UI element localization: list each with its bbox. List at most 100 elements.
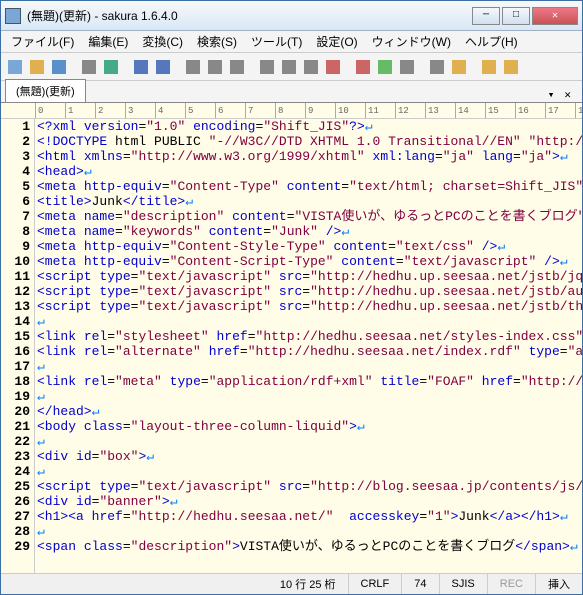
code-line[interactable]: ↵ — [37, 524, 582, 539]
record-button[interactable] — [427, 57, 447, 77]
file-tab[interactable]: (無題)(更新) — [5, 79, 86, 102]
line-number: 14 — [1, 314, 30, 329]
code-line[interactable]: <link rel="meta" type="application/rdf+x… — [37, 374, 582, 389]
jump-button[interactable] — [323, 57, 343, 77]
line-number: 3 — [1, 149, 30, 164]
code-line[interactable]: <head>↵ — [37, 164, 582, 179]
code-line[interactable]: <title>Junk</title>↵ — [37, 194, 582, 209]
line-number: 22 — [1, 434, 30, 449]
new-icon — [8, 60, 22, 74]
tab-dropdown-icon[interactable]: ▾ — [545, 88, 558, 102]
code-line[interactable]: <meta name="description" content="VISTA使… — [37, 209, 582, 224]
code-line[interactable]: <?xml version="1.0" encoding="Shift_JIS"… — [37, 119, 582, 134]
line-number: 21 — [1, 419, 30, 434]
copy-button[interactable] — [205, 57, 225, 77]
statusbar: 10 行 25 桁 CRLF 74 SJIS REC 挿入 — [1, 573, 582, 594]
code-line[interactable]: <body class="layout-three-column-liquid"… — [37, 419, 582, 434]
code-area[interactable]: <?xml version="1.0" encoding="Shift_JIS"… — [35, 119, 582, 573]
code-line[interactable]: <span class="description">VISTA使いが、ゆるっとP… — [37, 539, 582, 554]
macro2-button[interactable] — [501, 57, 521, 77]
toolbar — [1, 53, 582, 81]
code-line[interactable]: <html xmlns="http://www.w3.org/1999/xhtm… — [37, 149, 582, 164]
color-button[interactable] — [397, 57, 417, 77]
code-line[interactable]: <script type="text/javascript" src="http… — [37, 299, 582, 314]
macro1-icon — [482, 60, 496, 74]
app-icon — [5, 8, 21, 24]
code-line[interactable]: ↵ — [37, 389, 582, 404]
config-icon — [378, 60, 392, 74]
window-title: (無題)(更新) - sakura 1.6.4.0 — [27, 7, 472, 24]
save-button[interactable] — [49, 57, 69, 77]
replace-button[interactable] — [301, 57, 321, 77]
menu-ウィンドウ[interactable]: ウィンドウ(W) — [366, 31, 457, 52]
menu-編集[interactable]: 編集(E) — [82, 31, 134, 52]
open-button[interactable] — [27, 57, 47, 77]
line-number: 10 — [1, 254, 30, 269]
line-number: 6 — [1, 194, 30, 209]
menu-ファイル[interactable]: ファイル(F) — [5, 31, 80, 52]
redo-button[interactable] — [101, 57, 121, 77]
code-line[interactable]: <!DOCTYPE html PUBLIC "-//W3C//DTD XHTML… — [37, 134, 582, 149]
code-line[interactable]: <meta http-equiv="Content-Script-Type" c… — [37, 254, 582, 269]
menu-ヘルプ[interactable]: ヘルプ(H) — [459, 31, 524, 52]
find-next-button[interactable] — [279, 57, 299, 77]
code-line[interactable]: <h1><a href="http://hedhu.seesaa.net/" a… — [37, 509, 582, 524]
code-line[interactable]: ↵ — [37, 314, 582, 329]
code-line[interactable]: <link rel="stylesheet" href="http://hedh… — [37, 329, 582, 344]
paste-button[interactable] — [227, 57, 247, 77]
replace-icon — [304, 60, 318, 74]
line-number: 5 — [1, 179, 30, 194]
code-line[interactable]: ↵ — [37, 434, 582, 449]
next-icon — [156, 60, 170, 74]
code-line[interactable]: <div id="box">↵ — [37, 449, 582, 464]
code-line[interactable]: <script type="text/javascript" src="http… — [37, 269, 582, 284]
code-line[interactable]: <link rel="alternate" href="http://hedhu… — [37, 344, 582, 359]
cut-button[interactable] — [183, 57, 203, 77]
minimize-button[interactable]: ─ — [472, 7, 500, 25]
undo-button[interactable] — [79, 57, 99, 77]
status-charcode: 74 — [401, 574, 438, 594]
redo-icon — [104, 60, 118, 74]
outline-button[interactable] — [353, 57, 373, 77]
play-button[interactable] — [449, 57, 469, 77]
line-number: 11 — [1, 269, 30, 284]
menu-設定[interactable]: 設定(O) — [310, 31, 363, 52]
titlebar: (無題)(更新) - sakura 1.6.4.0 ─ □ ✕ — [1, 1, 582, 31]
code-line[interactable]: <div id="banner">↵ — [37, 494, 582, 509]
line-number: 29 — [1, 539, 30, 554]
line-number: 2 — [1, 134, 30, 149]
code-line[interactable]: ↵ — [37, 464, 582, 479]
code-line[interactable]: <meta http-equiv="Content-Type" content=… — [37, 179, 582, 194]
line-number: 16 — [1, 344, 30, 359]
editor[interactable]: 1234567891011121314151617181920212223242… — [1, 119, 582, 573]
line-number: 23 — [1, 449, 30, 464]
new-button[interactable] — [5, 57, 25, 77]
code-line[interactable]: <script type="text/javascript" src="http… — [37, 479, 582, 494]
record-icon — [430, 60, 444, 74]
next-button[interactable] — [153, 57, 173, 77]
tabbar: (無題)(更新) ▾ ✕ — [1, 81, 582, 103]
tab-close-icon[interactable]: ✕ — [561, 88, 574, 102]
code-line[interactable]: </head>↵ — [37, 404, 582, 419]
prev-button[interactable] — [131, 57, 151, 77]
macro2-icon — [504, 60, 518, 74]
menu-検索[interactable]: 検索(S) — [191, 31, 243, 52]
line-number: 4 — [1, 164, 30, 179]
line-number: 13 — [1, 299, 30, 314]
menu-変換[interactable]: 変換(C) — [136, 31, 189, 52]
line-number: 7 — [1, 209, 30, 224]
code-line[interactable]: <script type="text/javascript" src="http… — [37, 284, 582, 299]
code-line[interactable]: ↵ — [37, 359, 582, 374]
find-button[interactable] — [257, 57, 277, 77]
status-eol: CRLF — [348, 574, 402, 594]
config-button[interactable] — [375, 57, 395, 77]
maximize-button[interactable]: □ — [502, 7, 530, 25]
undo-icon — [82, 60, 96, 74]
jump-icon — [326, 60, 340, 74]
close-button[interactable]: ✕ — [532, 7, 578, 25]
code-line[interactable]: <meta name="keywords" content="Junk" />↵ — [37, 224, 582, 239]
menu-ツール[interactable]: ツール(T) — [245, 31, 308, 52]
macro1-button[interactable] — [479, 57, 499, 77]
line-number: 9 — [1, 239, 30, 254]
code-line[interactable]: <meta http-equiv="Content-Style-Type" co… — [37, 239, 582, 254]
